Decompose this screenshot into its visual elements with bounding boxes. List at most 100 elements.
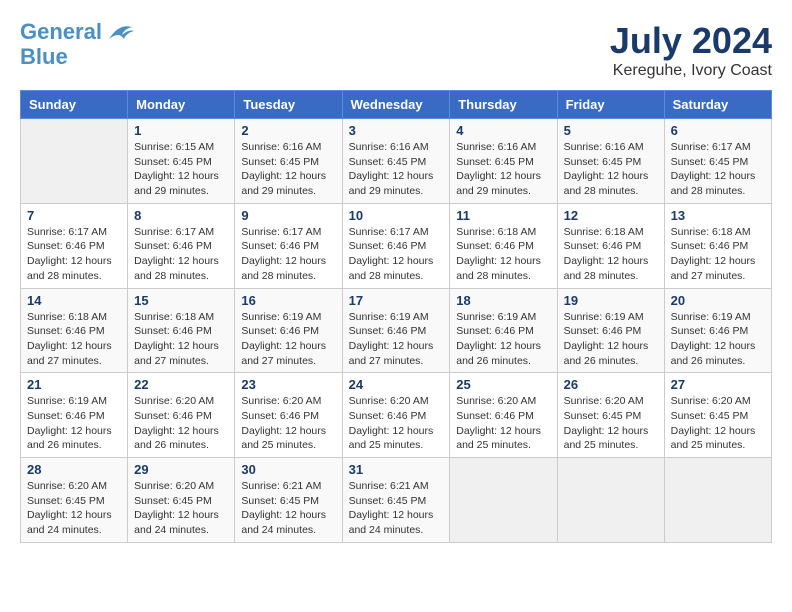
logo: General Blue	[20, 20, 134, 69]
day-info: Sunrise: 6:18 AM Sunset: 6:46 PM Dayligh…	[671, 225, 765, 284]
day-number: 16	[241, 293, 335, 308]
day-number: 18	[456, 293, 550, 308]
day-number: 26	[564, 377, 658, 392]
day-number: 14	[27, 293, 121, 308]
header-monday: Monday	[128, 91, 235, 119]
calendar-cell: 15 Sunrise: 6:18 AM Sunset: 6:46 PM Dayli…	[128, 288, 235, 373]
day-info: Sunrise: 6:19 AM Sunset: 6:46 PM Dayligh…	[671, 310, 765, 369]
day-number: 9	[241, 208, 335, 223]
day-number: 6	[671, 123, 765, 138]
week-row-3: 14 Sunrise: 6:18 AM Sunset: 6:46 PM Dayli…	[21, 288, 772, 373]
calendar-cell	[21, 119, 128, 204]
calendar-cell: 25Sunrise: 6:20 AM Sunset: 6:46 PM Dayli…	[450, 373, 557, 458]
day-info: Sunrise: 6:21 AM Sunset: 6:45 PM Dayligh…	[349, 479, 444, 538]
header-saturday: Saturday	[664, 91, 771, 119]
day-number: 15	[134, 293, 228, 308]
day-number: 27	[671, 377, 765, 392]
day-number: 3	[349, 123, 444, 138]
calendar-cell	[557, 458, 664, 543]
day-info: Sunrise: 6:19 AM Sunset: 6:46 PM Dayligh…	[456, 310, 550, 369]
calendar-header-row: SundayMondayTuesdayWednesdayThursdayFrid…	[21, 91, 772, 119]
day-info: Sunrise: 6:16 AM Sunset: 6:45 PM Dayligh…	[456, 140, 550, 199]
day-number: 20	[671, 293, 765, 308]
week-row-1: 1 Sunrise: 6:15 AM Sunset: 6:45 PM Daylig…	[21, 119, 772, 204]
day-info: Sunrise: 6:18 AM Sunset: 6:46 PM Dayligh…	[456, 225, 550, 284]
calendar-cell: 2 Sunrise: 6:16 AM Sunset: 6:45 PM Daylig…	[235, 119, 342, 204]
calendar-cell	[664, 458, 771, 543]
day-info: Sunrise: 6:18 AM Sunset: 6:46 PM Dayligh…	[134, 310, 228, 369]
day-number: 12	[564, 208, 658, 223]
day-info: Sunrise: 6:18 AM Sunset: 6:46 PM Dayligh…	[564, 225, 658, 284]
day-info: Sunrise: 6:19 AM Sunset: 6:46 PM Dayligh…	[349, 310, 444, 369]
calendar-cell: 1 Sunrise: 6:15 AM Sunset: 6:45 PM Daylig…	[128, 119, 235, 204]
calendar-cell: 11 Sunrise: 6:18 AM Sunset: 6:46 PM Dayli…	[450, 203, 557, 288]
calendar-cell: 6Sunrise: 6:17 AM Sunset: 6:45 PM Daylig…	[664, 119, 771, 204]
logo-text: General	[20, 20, 134, 45]
header-thursday: Thursday	[450, 91, 557, 119]
day-info: Sunrise: 6:20 AM Sunset: 6:45 PM Dayligh…	[27, 479, 121, 538]
day-info: Sunrise: 6:20 AM Sunset: 6:45 PM Dayligh…	[564, 394, 658, 453]
calendar-cell: 29Sunrise: 6:20 AM Sunset: 6:45 PM Dayli…	[128, 458, 235, 543]
day-info: Sunrise: 6:16 AM Sunset: 6:45 PM Dayligh…	[241, 140, 335, 199]
calendar-cell: 24Sunrise: 6:20 AM Sunset: 6:46 PM Dayli…	[342, 373, 450, 458]
calendar-cell: 10 Sunrise: 6:17 AM Sunset: 6:46 PM Dayli…	[342, 203, 450, 288]
day-info: Sunrise: 6:16 AM Sunset: 6:45 PM Dayligh…	[349, 140, 444, 199]
day-info: Sunrise: 6:18 AM Sunset: 6:46 PM Dayligh…	[27, 310, 121, 369]
day-info: Sunrise: 6:19 AM Sunset: 6:46 PM Dayligh…	[564, 310, 658, 369]
day-number: 22	[134, 377, 228, 392]
location: Kereguhe, Ivory Coast	[610, 62, 772, 80]
calendar-cell: 30Sunrise: 6:21 AM Sunset: 6:45 PM Dayli…	[235, 458, 342, 543]
logo-text-blue: Blue	[20, 45, 134, 69]
calendar-cell: 4 Sunrise: 6:16 AM Sunset: 6:45 PM Daylig…	[450, 119, 557, 204]
calendar-cell: 9 Sunrise: 6:17 AM Sunset: 6:46 PM Daylig…	[235, 203, 342, 288]
day-number: 19	[564, 293, 658, 308]
day-info: Sunrise: 6:20 AM Sunset: 6:45 PM Dayligh…	[671, 394, 765, 453]
day-number: 4	[456, 123, 550, 138]
page-header: General Blue July 2024 Kereguhe, Ivory C…	[20, 20, 772, 80]
month-title: July 2024	[610, 20, 772, 62]
calendar-cell: 20 Sunrise: 6:19 AM Sunset: 6:46 PM Dayli…	[664, 288, 771, 373]
calendar-cell: 3 Sunrise: 6:16 AM Sunset: 6:45 PM Daylig…	[342, 119, 450, 204]
header-tuesday: Tuesday	[235, 91, 342, 119]
day-number: 13	[671, 208, 765, 223]
calendar-cell: 27 Sunrise: 6:20 AM Sunset: 6:45 PM Dayli…	[664, 373, 771, 458]
day-number: 2	[241, 123, 335, 138]
calendar-cell: 17 Sunrise: 6:19 AM Sunset: 6:46 PM Dayli…	[342, 288, 450, 373]
day-number: 21	[27, 377, 121, 392]
week-row-4: 21 Sunrise: 6:19 AM Sunset: 6:46 PM Dayli…	[21, 373, 772, 458]
day-number: 28	[27, 462, 121, 477]
calendar-cell: 21 Sunrise: 6:19 AM Sunset: 6:46 PM Dayli…	[21, 373, 128, 458]
week-row-5: 28 Sunrise: 6:20 AM Sunset: 6:45 PM Dayli…	[21, 458, 772, 543]
day-info: Sunrise: 6:20 AM Sunset: 6:46 PM Dayligh…	[241, 394, 335, 453]
day-info: Sunrise: 6:17 AM Sunset: 6:46 PM Dayligh…	[349, 225, 444, 284]
calendar-cell: 8Sunrise: 6:17 AM Sunset: 6:46 PM Daylig…	[128, 203, 235, 288]
day-number: 17	[349, 293, 444, 308]
calendar-cell: 19 Sunrise: 6:19 AM Sunset: 6:46 PM Dayli…	[557, 288, 664, 373]
day-number: 1	[134, 123, 228, 138]
day-info: Sunrise: 6:19 AM Sunset: 6:46 PM Dayligh…	[241, 310, 335, 369]
day-info: Sunrise: 6:17 AM Sunset: 6:46 PM Dayligh…	[134, 225, 228, 284]
day-number: 5	[564, 123, 658, 138]
logo-bird-icon	[104, 21, 134, 45]
day-info: Sunrise: 6:20 AM Sunset: 6:46 PM Dayligh…	[134, 394, 228, 453]
day-number: 31	[349, 462, 444, 477]
calendar-cell: 14 Sunrise: 6:18 AM Sunset: 6:46 PM Dayli…	[21, 288, 128, 373]
header-wednesday: Wednesday	[342, 91, 450, 119]
header-sunday: Sunday	[21, 91, 128, 119]
calendar-cell: 13 Sunrise: 6:18 AM Sunset: 6:46 PM Dayli…	[664, 203, 771, 288]
title-block: July 2024 Kereguhe, Ivory Coast	[610, 20, 772, 80]
calendar-cell: 5Sunrise: 6:16 AM Sunset: 6:45 PM Daylig…	[557, 119, 664, 204]
day-info: Sunrise: 6:19 AM Sunset: 6:46 PM Dayligh…	[27, 394, 121, 453]
day-number: 10	[349, 208, 444, 223]
day-number: 24	[349, 377, 444, 392]
day-info: Sunrise: 6:15 AM Sunset: 6:45 PM Dayligh…	[134, 140, 228, 199]
day-info: Sunrise: 6:17 AM Sunset: 6:46 PM Dayligh…	[241, 225, 335, 284]
day-number: 7	[27, 208, 121, 223]
calendar-cell: 12 Sunrise: 6:18 AM Sunset: 6:46 PM Dayli…	[557, 203, 664, 288]
calendar-cell: 26 Sunrise: 6:20 AM Sunset: 6:45 PM Dayli…	[557, 373, 664, 458]
day-number: 11	[456, 208, 550, 223]
calendar-table: SundayMondayTuesdayWednesdayThursdayFrid…	[20, 90, 772, 543]
calendar-cell: 31 Sunrise: 6:21 AM Sunset: 6:45 PM Dayli…	[342, 458, 450, 543]
calendar-cell: 16 Sunrise: 6:19 AM Sunset: 6:46 PM Dayli…	[235, 288, 342, 373]
calendar-cell: 7Sunrise: 6:17 AM Sunset: 6:46 PM Daylig…	[21, 203, 128, 288]
